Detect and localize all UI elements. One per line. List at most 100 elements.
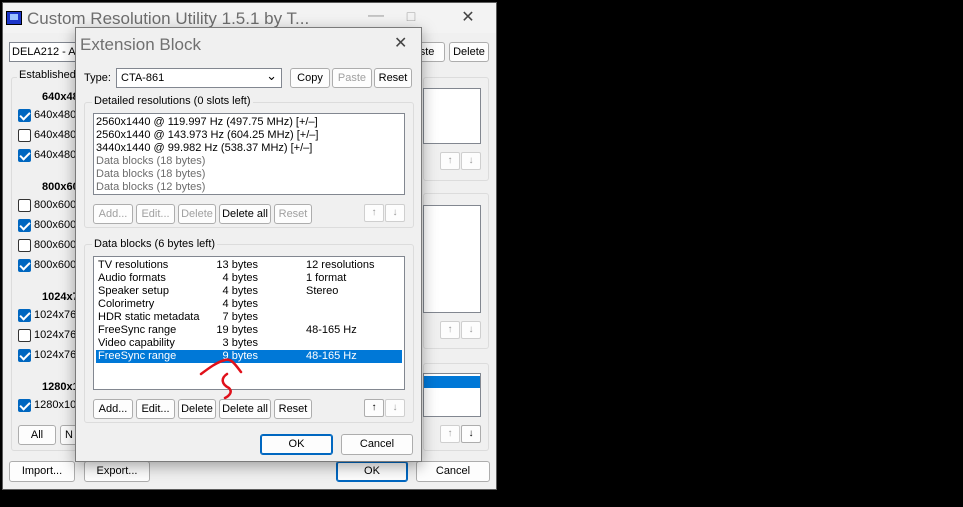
group-heading-1280: 1280x1 bbox=[42, 381, 79, 393]
res-label: 640x480 bbox=[34, 109, 77, 121]
type-label: Type: bbox=[84, 72, 111, 84]
block-info: Stereo bbox=[306, 285, 339, 297]
up-arrow-icon[interactable]: ↑ bbox=[440, 321, 460, 339]
right-list-2[interactable] bbox=[423, 205, 481, 313]
checkbox-1024-1[interactable] bbox=[18, 309, 31, 322]
down-arrow-icon[interactable]: ↓ bbox=[461, 321, 481, 339]
block-name: Video capability bbox=[98, 337, 175, 349]
table-row[interactable]: Colorimetry 4 bytes bbox=[96, 298, 402, 311]
group-heading-640: 640x48 bbox=[42, 91, 79, 103]
established-group-title: Established bbox=[17, 69, 78, 81]
block-size: 4 bytes bbox=[222, 272, 258, 284]
block-info: 48-165 Hz bbox=[306, 324, 357, 336]
monitor-icon bbox=[6, 11, 22, 25]
all-button[interactable]: All bbox=[18, 425, 56, 445]
table-row[interactable]: Video capability 3 bytes bbox=[96, 337, 402, 350]
checkbox-800-1[interactable] bbox=[18, 199, 31, 212]
main-cancel-button[interactable]: Cancel bbox=[416, 461, 490, 482]
detailed-delete-button[interactable]: Delete bbox=[178, 204, 216, 224]
export-button[interactable]: Export... bbox=[84, 461, 150, 482]
down-arrow-icon[interactable]: ↓ bbox=[461, 425, 481, 443]
type-select-value: CTA-861 bbox=[121, 72, 165, 84]
res-label: 800x600 bbox=[34, 199, 77, 211]
checkbox-1280-1[interactable] bbox=[18, 399, 31, 412]
detailed-edit-button[interactable]: Edit... bbox=[136, 204, 175, 224]
detailed-add-button[interactable]: Add... bbox=[93, 204, 133, 224]
checkbox-1024-3[interactable] bbox=[18, 349, 31, 362]
res-label: 800x600 bbox=[34, 239, 77, 251]
block-name: Speaker setup bbox=[98, 285, 169, 297]
annotation-curve bbox=[199, 358, 243, 376]
block-info: 1 format bbox=[306, 272, 347, 284]
paste-button[interactable]: Paste bbox=[332, 68, 372, 88]
res-label: 1024x76 bbox=[34, 329, 77, 341]
block-size: 3 bytes bbox=[222, 337, 258, 349]
res-label: 800x600 bbox=[34, 219, 77, 231]
block-info: 48-165 Hz bbox=[306, 350, 357, 362]
checkbox-800-4[interactable] bbox=[18, 259, 31, 272]
type-select[interactable]: CTA-861 ⌄ bbox=[116, 68, 282, 88]
res-label: 800x600 bbox=[34, 259, 77, 271]
table-row[interactable]: HDR static metadata 7 bytes bbox=[96, 311, 402, 324]
block-info: 12 resolutions bbox=[306, 259, 375, 271]
down-arrow-icon[interactable]: ↓ bbox=[385, 399, 405, 417]
right-list-1[interactable] bbox=[423, 88, 481, 144]
right-list-selected-row[interactable] bbox=[424, 376, 480, 388]
block-name: Colorimetry bbox=[98, 298, 155, 310]
up-arrow-icon[interactable]: ↑ bbox=[364, 204, 384, 222]
checkbox-800-3[interactable] bbox=[18, 239, 31, 252]
block-name: Audio formats bbox=[98, 272, 166, 284]
block-name: FreeSync range bbox=[98, 324, 177, 336]
up-arrow-icon[interactable]: ↑ bbox=[440, 152, 460, 170]
dialog-close-icon[interactable]: ✕ bbox=[394, 33, 407, 53]
main-delete-button[interactable]: Delete bbox=[449, 42, 489, 62]
checkbox-640-2[interactable] bbox=[18, 129, 31, 142]
close-icon[interactable]: ✕ bbox=[445, 7, 491, 27]
block-size: 19 bytes bbox=[216, 324, 258, 336]
detailed-delete-all-button[interactable]: Delete all bbox=[219, 204, 271, 224]
data-blocks-title: Data blocks (6 bytes left) bbox=[92, 238, 218, 250]
checkbox-640-1[interactable] bbox=[18, 109, 31, 122]
block-size: 4 bytes bbox=[222, 285, 258, 297]
data-reset-button[interactable]: Reset bbox=[274, 399, 312, 419]
annotation-hook bbox=[221, 372, 232, 400]
dialog-ok-button[interactable]: OK bbox=[260, 434, 333, 455]
list-item[interactable]: 3440x1440 @ 99.982 Hz (538.37 MHz) [+/–] bbox=[96, 142, 402, 155]
list-item[interactable]: 2560x1440 @ 143.973 Hz (604.25 MHz) [+/–… bbox=[96, 129, 402, 142]
checkbox-640-3[interactable] bbox=[18, 149, 31, 162]
table-row[interactable]: TV resolutions 13 bytes 12 resolutions bbox=[96, 259, 402, 272]
table-row[interactable]: Audio formats 4 bytes 1 format bbox=[96, 272, 402, 285]
monitor-select[interactable]: DELA212 - AW bbox=[9, 42, 79, 62]
table-row[interactable]: Speaker setup 4 bytes Stereo bbox=[96, 285, 402, 298]
list-item[interactable]: 2560x1440 @ 119.997 Hz (497.75 MHz) [+/–… bbox=[96, 116, 402, 129]
reset-button[interactable]: Reset bbox=[374, 68, 412, 88]
detailed-resolutions-list[interactable]: 2560x1440 @ 119.997 Hz (497.75 MHz) [+/–… bbox=[93, 113, 405, 195]
down-arrow-icon[interactable]: ↓ bbox=[385, 204, 405, 222]
detailed-resolutions-title: Detailed resolutions (0 slots left) bbox=[92, 95, 253, 107]
down-arrow-icon[interactable]: ↓ bbox=[461, 152, 481, 170]
block-size: 7 bytes bbox=[222, 311, 258, 323]
dialog-cancel-button[interactable]: Cancel bbox=[341, 434, 413, 455]
data-delete-button[interactable]: Delete bbox=[178, 399, 216, 419]
up-arrow-icon[interactable]: ↑ bbox=[364, 399, 384, 417]
main-ok-button[interactable]: OK bbox=[336, 461, 408, 482]
block-size: 4 bytes bbox=[222, 298, 258, 310]
copy-button[interactable]: Copy bbox=[290, 68, 330, 88]
res-label: 1024x76 bbox=[34, 349, 77, 361]
list-item[interactable]: Data blocks (12 bytes) bbox=[96, 181, 402, 194]
up-arrow-icon[interactable]: ↑ bbox=[440, 425, 460, 443]
detailed-reset-button[interactable]: Reset bbox=[274, 204, 312, 224]
data-add-button[interactable]: Add... bbox=[93, 399, 133, 419]
list-item[interactable]: Data blocks (18 bytes) bbox=[96, 155, 402, 168]
res-label: 640x480 bbox=[34, 129, 77, 141]
checkbox-800-2[interactable] bbox=[18, 219, 31, 232]
table-row[interactable]: FreeSync range 19 bytes 48-165 Hz bbox=[96, 324, 402, 337]
maximize-icon[interactable]: □ bbox=[388, 8, 434, 24]
list-item[interactable]: Data blocks (18 bytes) bbox=[96, 168, 402, 181]
checkbox-1024-2[interactable] bbox=[18, 329, 31, 342]
import-button[interactable]: Import... bbox=[9, 461, 75, 482]
res-label: 1280x10 bbox=[34, 399, 77, 411]
red-annotation-mark bbox=[199, 358, 243, 400]
data-delete-all-button[interactable]: Delete all bbox=[219, 399, 271, 419]
data-edit-button[interactable]: Edit... bbox=[136, 399, 175, 419]
